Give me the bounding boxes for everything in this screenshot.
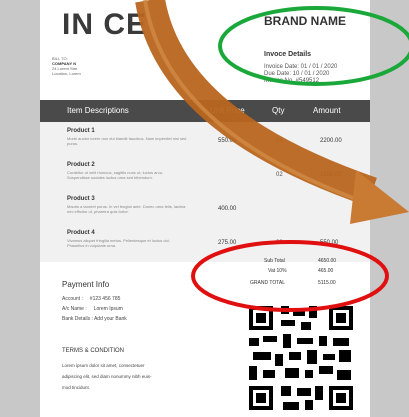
arrow-head-icon	[350, 170, 409, 224]
curved-arrow-icon	[135, 0, 377, 207]
red-highlight-ring	[191, 240, 389, 312]
green-highlight-ring	[218, 6, 409, 86]
annotation-overlay	[135, 0, 409, 312]
